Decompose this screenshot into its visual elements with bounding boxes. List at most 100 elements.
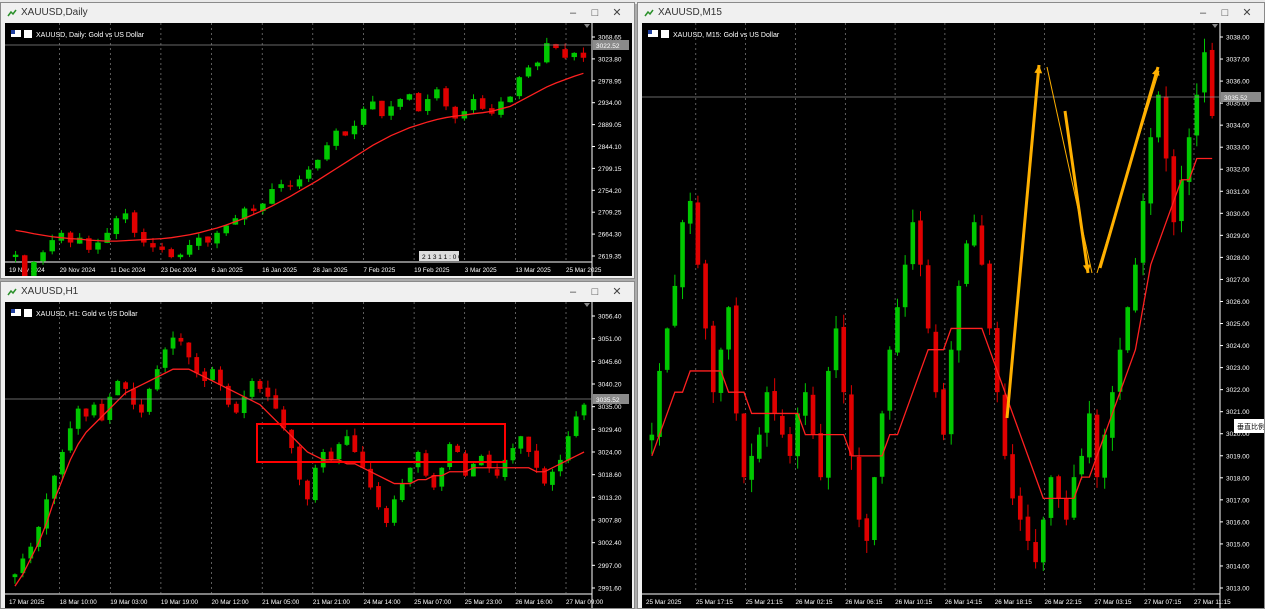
- candle-body: [399, 483, 405, 501]
- chart-canvas-daily[interactable]: XAUUSD, Daily: Gold vs US Dollar 3068.653…: [5, 23, 632, 276]
- y-tick-label: 3024.00: [598, 450, 622, 457]
- x-tick-label: 13 Mar 2025: [515, 267, 551, 274]
- y-tick-label: 2889.05: [598, 122, 622, 129]
- x-tick-label: 7 Feb 2025: [363, 267, 395, 274]
- y-tick-label: 3029.40: [598, 427, 622, 434]
- minimize-button[interactable]: –: [562, 284, 584, 300]
- y-tick-label: 2844.10: [598, 144, 622, 151]
- titlebar-daily[interactable]: XAUUSD,Daily – □ ✕: [1, 3, 634, 23]
- candle-body: [879, 413, 885, 477]
- candle-body: [887, 349, 893, 411]
- y-tick-label: 3045.60: [598, 359, 622, 366]
- y-tick-label: 3025.00: [1226, 321, 1250, 328]
- candle-body: [115, 381, 121, 396]
- candle-body: [273, 395, 279, 409]
- y-tick-label: 3027.00: [1226, 277, 1250, 284]
- candle-body: [60, 452, 65, 475]
- chart-window-m15[interactable]: XAUUSD,M15 – □ ✕ XAUUSD, M15: Gold vs US…: [637, 2, 1265, 609]
- window-title: XAUUSD,Daily: [21, 7, 88, 18]
- candle-body: [196, 237, 202, 246]
- candle-body: [525, 67, 532, 77]
- candle-body: [741, 413, 747, 478]
- candle-body: [415, 452, 421, 468]
- minimize-button[interactable]: –: [562, 5, 584, 21]
- candle-body: [159, 246, 165, 250]
- close-button[interactable]: ✕: [1236, 5, 1258, 21]
- y-tick-label: 3034.00: [1226, 123, 1250, 130]
- titlebar-m15[interactable]: XAUUSD,M15 – □ ✕: [638, 3, 1264, 23]
- candle-body: [1133, 264, 1138, 311]
- y-tick-label: 3002.40: [598, 540, 622, 547]
- candle-body: [336, 444, 342, 460]
- candle-body: [562, 49, 568, 58]
- y-tick-label: 3016.00: [1226, 519, 1250, 526]
- maximize-button[interactable]: □: [1214, 5, 1236, 21]
- chart-canvas-m15[interactable]: XAUUSD, M15: Gold vs US Dollar 3038.00 303…: [642, 23, 1264, 608]
- maximize-button[interactable]: □: [584, 5, 606, 21]
- candle-body: [1087, 413, 1092, 458]
- chart-window-daily[interactable]: XAUUSD,Daily – □ ✕ XAUUSD, Daily: Gold v…: [0, 2, 635, 279]
- candle-body: [324, 145, 330, 160]
- candle-body: [1017, 495, 1023, 520]
- close-button[interactable]: ✕: [606, 5, 628, 21]
- candle-body: [407, 467, 413, 483]
- x-tick-label: 26 Mar 06:15: [845, 599, 883, 606]
- candle-body: [764, 392, 770, 433]
- candle-body: [553, 44, 559, 49]
- y-tick-label: 3030.00: [1226, 211, 1250, 218]
- candle-body: [370, 101, 376, 110]
- chart-window-h1[interactable]: XAUUSD,H1 – □ ✕ XAUUSD, H1: Gold vs US D…: [0, 281, 635, 609]
- candle-body: [249, 381, 255, 397]
- shift-marker-icon[interactable]: [584, 24, 590, 28]
- candle-body: [494, 469, 500, 476]
- candle-body: [95, 242, 101, 250]
- y-tick-label: 2978.95: [598, 78, 622, 85]
- candle-body: [580, 52, 587, 58]
- x-tick-label: 24 Mar 14:00: [363, 599, 401, 606]
- candle-body: [214, 232, 220, 244]
- candle-body: [278, 184, 284, 189]
- candle-body: [186, 342, 192, 358]
- candle-body: [703, 263, 708, 329]
- symbol-label: XAUUSD, M15: Gold vs US Dollar: [673, 32, 780, 39]
- chart-canvas-h1[interactable]: XAUUSD, H1: Gold vs US Dollar 3056.40 3051…: [5, 302, 632, 608]
- close-button[interactable]: ✕: [606, 284, 628, 300]
- x-tick-label: 28 Jan 2025: [313, 267, 348, 274]
- fib-thin-line-1: [1046, 66, 1093, 274]
- candle-body: [141, 232, 147, 243]
- candle-body: [391, 499, 397, 523]
- candle-body: [351, 125, 358, 135]
- candle-body: [733, 305, 739, 414]
- candle-body: [787, 434, 793, 456]
- chart-area-h1[interactable]: XAUUSD, H1: Gold vs US Dollar 3056.40 3051…: [5, 302, 632, 608]
- y-tick-label: 3013.20: [598, 495, 622, 502]
- maximize-button[interactable]: □: [584, 284, 606, 300]
- x-tick-label: 29 Nov 2024: [60, 267, 96, 274]
- minimize-button[interactable]: –: [1192, 5, 1214, 21]
- titlebar-h1[interactable]: XAUUSD,H1 – □ ✕: [1, 282, 634, 302]
- candle-body: [397, 99, 403, 107]
- shift-marker-icon[interactable]: [1212, 24, 1218, 28]
- candle-body: [1094, 414, 1100, 478]
- candle-body: [478, 455, 484, 466]
- x-tick-label: 27 Mar 11:15: [1194, 599, 1231, 606]
- chart-area-daily[interactable]: XAUUSD, Daily: Gold vs US Dollar 3068.65 3…: [5, 23, 632, 276]
- y-tick-label: 3038.00: [1226, 35, 1250, 42]
- moving-average-line: [15, 72, 584, 242]
- candle-body: [177, 254, 184, 258]
- candle-body: [581, 404, 587, 416]
- down-arrow: [1063, 110, 1090, 274]
- candle-body: [289, 429, 294, 449]
- y-tick-label: 3014.00: [1226, 563, 1250, 570]
- x-tick-label: 23 Dec 2024: [161, 267, 197, 274]
- candle-body: [439, 467, 445, 487]
- candle-body: [146, 388, 152, 412]
- chart-area-m15[interactable]: XAUUSD, M15: Gold vs US Dollar 3038.00 303…: [642, 23, 1264, 608]
- candle-body: [1040, 519, 1046, 563]
- shift-marker-icon[interactable]: [584, 303, 590, 307]
- candle-body: [305, 169, 312, 179]
- candle-body: [810, 394, 816, 435]
- chart-icon: [644, 9, 654, 17]
- y-tick-label: 2709.25: [598, 210, 622, 217]
- candle-body: [1171, 156, 1177, 223]
